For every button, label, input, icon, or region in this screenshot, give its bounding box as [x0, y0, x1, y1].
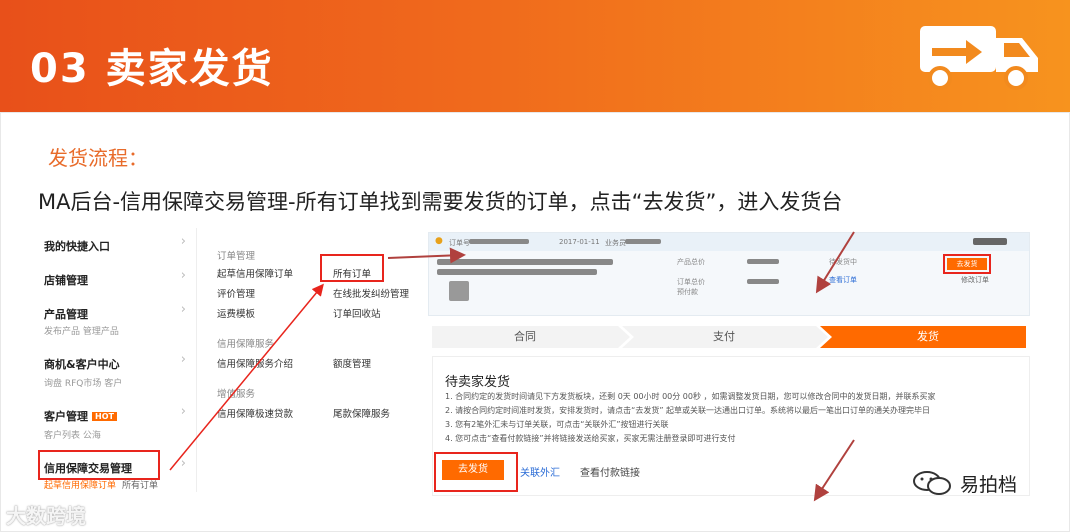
submenu-fast-loan[interactable]: 信用保障极速贷款	[217, 406, 293, 420]
section-description: MA后台-信用保障交易管理-所有订单找到需要发货的订单，点击“去发货”，进入发货…	[38, 190, 843, 214]
chevron-right-icon: ›	[180, 456, 186, 471]
highlight-box-all-orders	[320, 254, 384, 282]
chevron-right-icon: ›	[180, 302, 186, 317]
redacted-amount	[747, 279, 779, 284]
menu-item-products[interactable]: 产品管理	[44, 306, 88, 322]
order-no-label: 订单号	[449, 239, 470, 247]
submenu-dispute[interactable]: 在线批发纠纷管理	[333, 286, 409, 300]
redacted-amount	[747, 259, 779, 264]
redacted-product	[437, 269, 597, 275]
order-date: 2017-01-11	[559, 238, 600, 246]
section-subtitle: 发货流程：	[48, 146, 148, 170]
submenu-group-credit: 信用保障服务	[217, 339, 275, 350]
header-banner: 03 卖家发货	[0, 0, 1070, 112]
link-draft-order[interactable]: 起草信用保障订单	[44, 481, 116, 491]
submenu-tail-payment[interactable]: 尾款保障服务	[333, 406, 390, 420]
shipping-note-2: 2. 请按合同约定时间准时发货，安排发货时，请点击“去发货” 起草或关联一达通出…	[445, 406, 931, 415]
submenu-group-orders: 订单管理	[217, 251, 256, 262]
submenu-evaluation[interactable]: 评价管理	[217, 286, 255, 300]
pending-status: 待发货中	[829, 258, 857, 266]
chevron-right-icon: ›	[180, 234, 186, 249]
shipping-note-1: 1. 合同约定的发货时间请见下方发货板块，还剩 0天 00小时 00分 00秒 …	[445, 392, 936, 401]
hot-badge: HOT	[92, 412, 117, 421]
highlight-box-go-ship	[434, 452, 518, 492]
link-view-payment[interactable]: 查看付款链接	[580, 464, 640, 479]
redacted-text	[973, 238, 1007, 245]
banner-title: 03 卖家发货	[30, 46, 274, 92]
menu-item-store[interactable]: 店铺管理	[44, 272, 88, 288]
prepay-label: 预付款	[677, 288, 698, 296]
menu-item-customers[interactable]: 客户管理 HOT	[44, 408, 117, 424]
highlight-box-ship-small	[943, 254, 991, 274]
modify-order-link[interactable]: 修改订单	[961, 275, 989, 285]
shipping-note-3: 3. 您有2笔外汇未与订单关联，可点击“关联外汇”按钮进行关联	[445, 420, 669, 429]
submenu-group-value-added: 增值服务	[217, 389, 256, 400]
step-contract: 合同	[514, 330, 536, 343]
progress-steps: 合同 支付 发货	[432, 326, 1026, 348]
menu-item-customers-sub[interactable]: 客户列表 公海	[44, 428, 101, 441]
link-associate-fx[interactable]: 关联外汇	[520, 464, 560, 479]
menu-item-products-sub[interactable]: 发布产品 管理产品	[44, 324, 119, 337]
redacted-text	[469, 239, 529, 244]
submenu-quota[interactable]: 额度管理	[333, 356, 371, 370]
submenu-recycle-bin[interactable]: 订单回收站	[333, 306, 381, 320]
watermark-left: 大数跨境	[6, 504, 86, 528]
contract-label: 订单总价	[677, 278, 705, 286]
info-icon: ●	[435, 236, 443, 246]
redacted-product	[437, 259, 613, 265]
shipping-note-4: 4. 您可点击“查看付款链接”并将链接发送给买家，买家无需注册登录即可进行支付	[445, 434, 736, 443]
watermark-right: 易拍档	[960, 474, 1018, 496]
step-payment: 支付	[713, 330, 735, 343]
submenu-draft-order[interactable]: 起草信用保障订单	[217, 266, 293, 280]
link-all-orders[interactable]: 所有订单	[122, 481, 158, 491]
wechat-icon	[913, 471, 951, 495]
amount-label: 产品总价	[677, 258, 705, 266]
salesperson-label: 业务员	[605, 239, 626, 247]
shipping-title: 待卖家发货	[445, 375, 511, 390]
view-order-link[interactable]: 查看订单	[829, 275, 857, 285]
chevron-right-icon: ›	[180, 404, 186, 419]
chevron-right-icon: ›	[180, 268, 186, 283]
menu-item-business-sub[interactable]: 询盘 RFQ市场 客户	[44, 376, 122, 389]
product-thumbnail	[449, 281, 469, 301]
step-shipping: 发货	[917, 330, 939, 343]
submenu-credit-intro[interactable]: 信用保障服务介绍	[217, 356, 293, 370]
chevron-right-icon: ›	[180, 352, 186, 367]
highlight-box-credit-trade	[38, 450, 160, 480]
submenu-panel: 订单管理 起草信用保障订单 所有订单 评价管理 在线批发纠纷管理 运费模板 订单…	[196, 228, 424, 492]
order-header: ● 订单号 2017-01-11 业务员	[429, 233, 1029, 251]
menu-item-quick-entry[interactable]: 我的快捷入口	[44, 238, 110, 254]
order-card: ● 订单号 2017-01-11 业务员 产品总价 订单总价 预付款 待发货中 …	[428, 232, 1030, 316]
submenu-shipping-template[interactable]: 运费模板	[217, 306, 255, 320]
menu-item-business[interactable]: 商机&客户中心	[44, 356, 120, 372]
truck-icon	[920, 26, 1038, 90]
redacted-text	[625, 239, 661, 244]
